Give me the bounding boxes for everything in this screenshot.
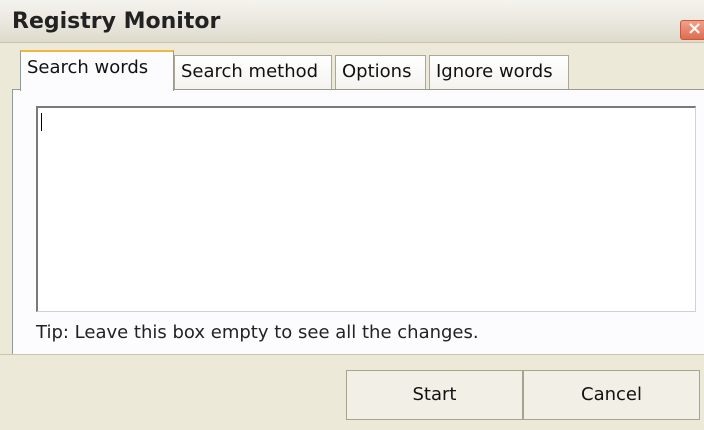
cancel-button[interactable]: Cancel	[523, 370, 700, 420]
title-bar[interactable]: Registry Monitor ×	[0, 0, 704, 43]
window-title: Registry Monitor	[12, 9, 221, 34]
tab-search-words[interactable]: Search words	[20, 50, 174, 91]
start-button[interactable]: Start	[346, 370, 523, 420]
search-words-input[interactable]	[36, 106, 696, 312]
tab-options[interactable]: Options	[335, 55, 426, 89]
text-caret	[41, 113, 42, 131]
tab-ignore-words[interactable]: Ignore words	[429, 55, 569, 89]
tip-text: Tip: Leave this box empty to see all the…	[36, 322, 479, 343]
close-button[interactable]: ×	[680, 18, 704, 40]
close-icon: ×	[687, 18, 703, 39]
tab-search-method[interactable]: Search method	[174, 55, 332, 89]
registry-monitor-window: Registry Monitor × Search words Search m…	[0, 0, 704, 430]
